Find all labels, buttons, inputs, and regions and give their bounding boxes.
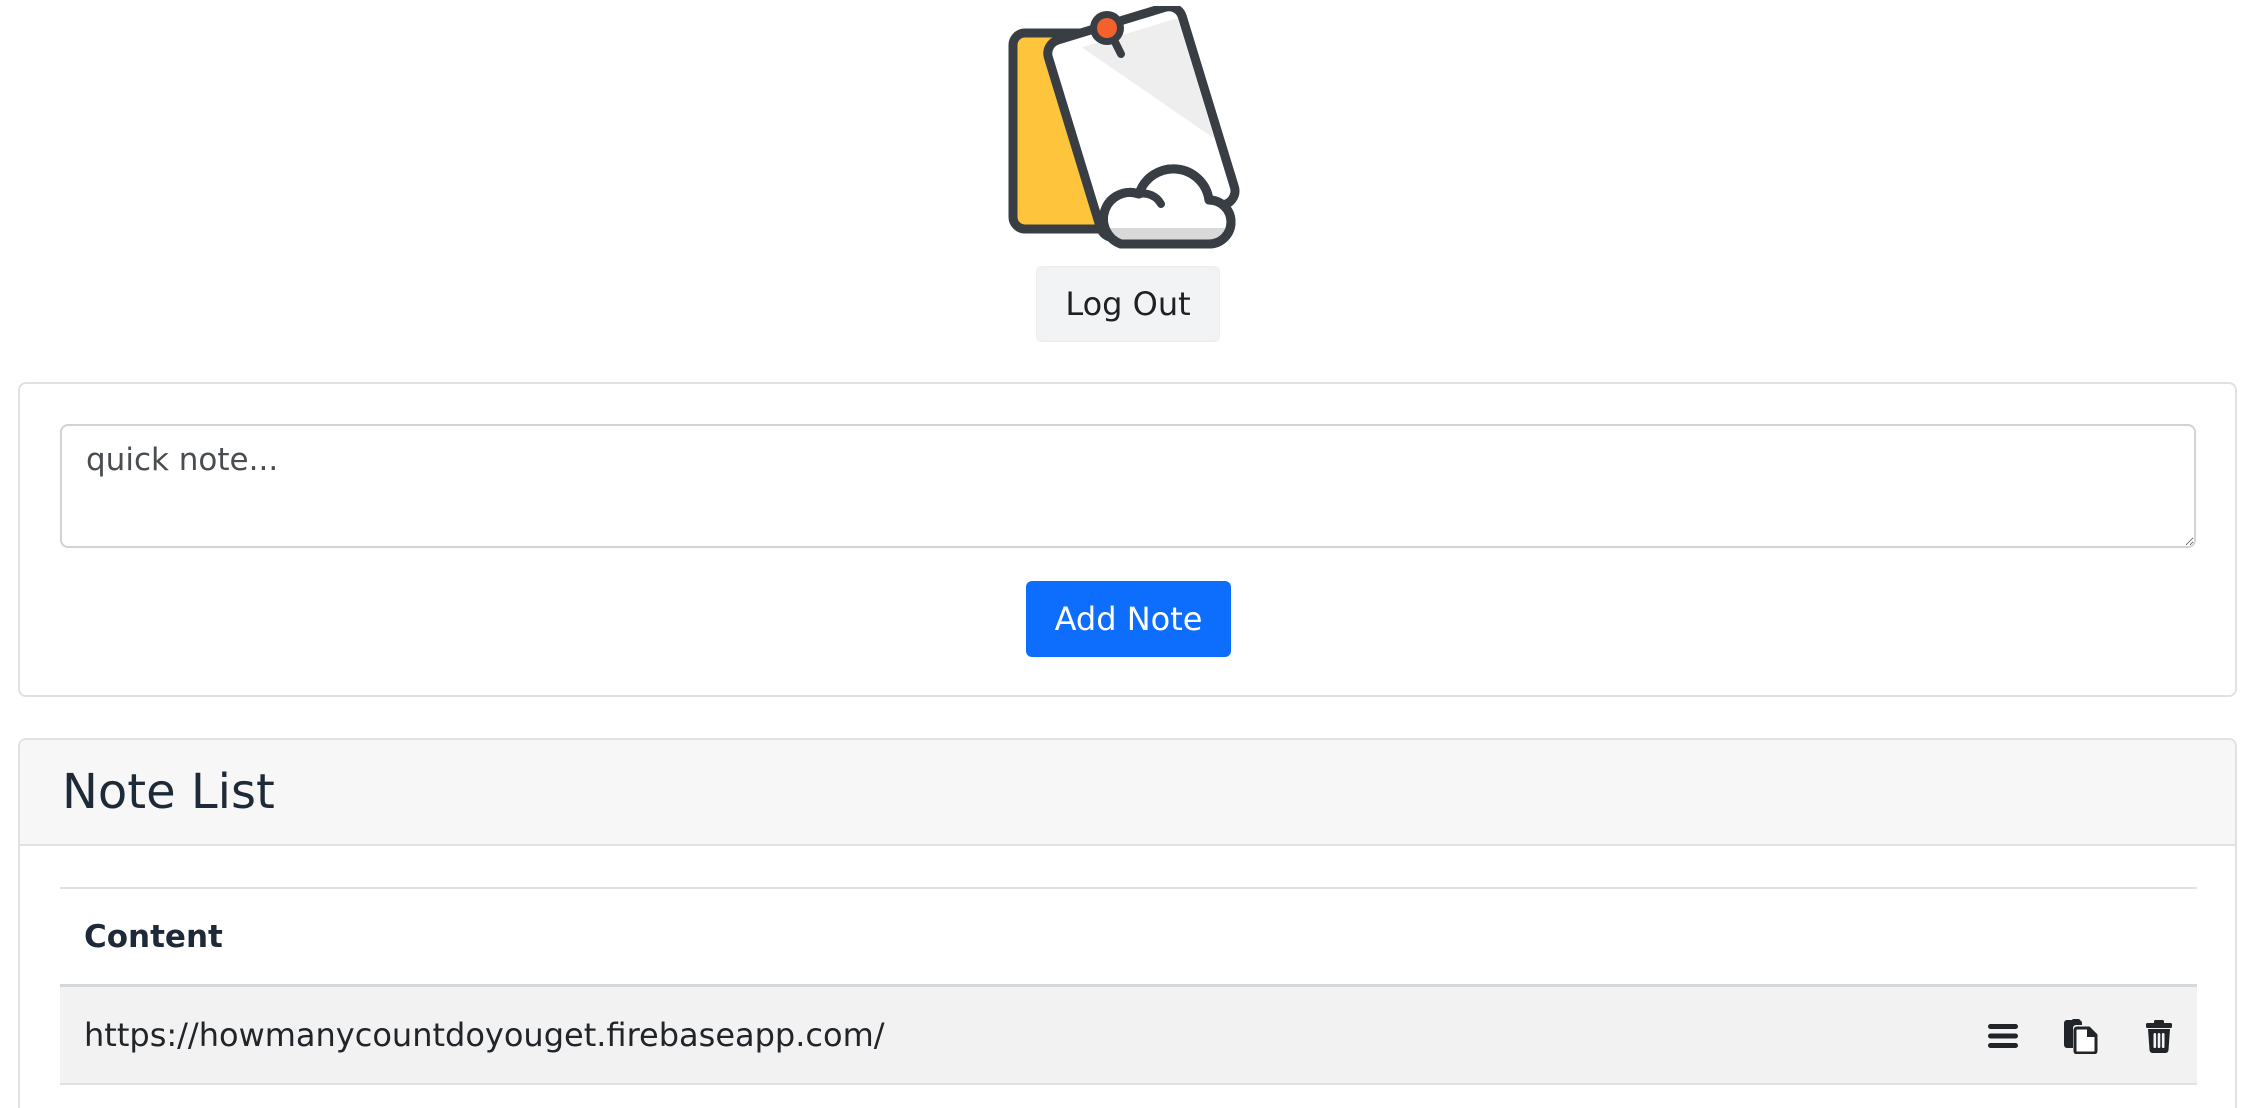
note-list-header: Note List [20,740,2235,846]
note-content: https://howmanycountdoyouget.firebaseapp… [84,1016,885,1054]
app-logo-icon [1008,6,1240,249]
note-list-title: Note List [62,764,275,820]
compose-card: Add Note [18,382,2237,697]
add-note-button[interactable]: Add Note [1026,581,1231,657]
notes-table: Content https://howmanycountdoyouget.fir… [60,887,2197,1085]
table-header-row: Content [60,887,2197,987]
menu-icon[interactable] [1985,1018,2021,1054]
trash-icon[interactable] [2141,1018,2177,1054]
logout-button[interactable]: Log Out [1036,266,1220,342]
table-row: https://howmanycountdoyouget.firebaseapp… [60,987,2197,1085]
column-header-content: Content [84,918,223,955]
quick-note-input[interactable] [60,424,2196,548]
copy-icon[interactable] [2063,1018,2099,1054]
row-actions [1985,987,2177,1085]
note-list-card: Note List Content https://howmanycountdo… [18,738,2237,1108]
